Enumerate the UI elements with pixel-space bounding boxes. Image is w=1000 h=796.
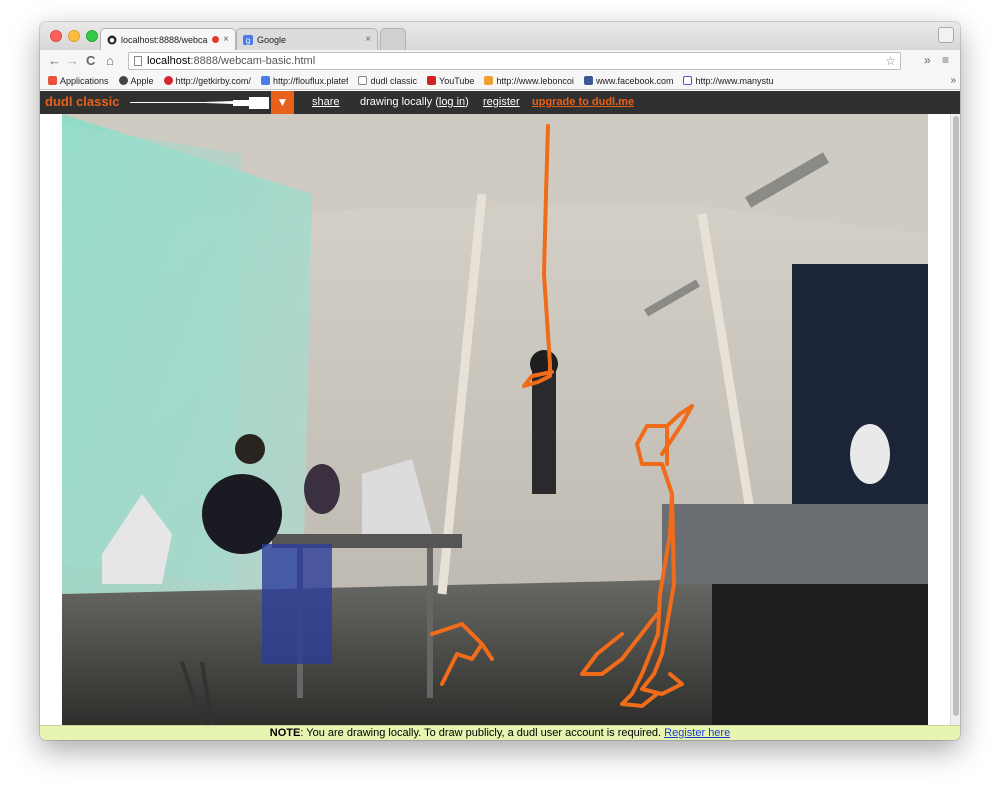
bookmark-apple[interactable]: Apple <box>118 75 154 86</box>
bookmark-youtube[interactable]: YouTube <box>427 76 474 86</box>
close-window-button[interactable] <box>50 30 62 42</box>
dudl-toolbar: dudl classic ▼ share drawing locally (lo… <box>40 91 960 114</box>
bookmark-label: Apple <box>130 75 154 86</box>
bookmark-dudl-classic[interactable]: dudl classic <box>358 76 417 86</box>
profile-icon[interactable] <box>938 27 954 43</box>
extensions-chevron-icon[interactable]: » <box>924 53 931 67</box>
webcam-drawing-canvas[interactable] <box>62 114 928 725</box>
share-link[interactable]: share <box>312 96 340 108</box>
bookmark-label: www.facebook.com <box>595 75 674 86</box>
url-path: :8888/webcam-basic.html <box>190 55 316 67</box>
bookmark-label: http://www.leboncoi <box>496 75 574 86</box>
bookmark-facebook[interactable]: www.facebook.com <box>583 75 674 86</box>
apps-grid-icon <box>48 76 57 85</box>
google-icon <box>260 76 270 85</box>
notice-label: NOTE <box>269 727 301 739</box>
forward-icon[interactable]: → <box>66 53 79 69</box>
upgrade-link[interactable]: upgrade to dudl.me <box>532 96 634 108</box>
leboncoin-icon <box>484 76 494 85</box>
recording-icon <box>212 36 220 43</box>
bookmark-label: dudl classic <box>370 75 418 86</box>
reload-icon[interactable]: C <box>86 53 95 69</box>
dudl-logo[interactable]: dudl classic <box>45 94 119 109</box>
home-icon[interactable]: ⌂ <box>106 53 114 69</box>
drawing-status-text: drawing locally ( <box>360 96 439 108</box>
bookmark-star-icon[interactable]: ☆ <box>885 54 896 68</box>
bookmark-manystu[interactable]: http://www.manystu <box>683 75 774 86</box>
register-link[interactable]: register <box>483 96 520 108</box>
back-icon[interactable]: ← <box>48 53 61 69</box>
svg-text:g: g <box>246 36 250 45</box>
tab-bar: localhost:8888/webcam × g Google × <box>40 22 960 50</box>
page-icon <box>358 76 368 85</box>
github-icon <box>107 35 117 44</box>
close-tab-icon[interactable]: × <box>365 34 371 45</box>
brush-size-preview[interactable] <box>205 96 269 110</box>
brush-size-slider[interactable] <box>130 102 205 103</box>
bookmark-label: http://flouflux.platef <box>272 75 349 86</box>
apple-icon <box>118 76 128 85</box>
tab-title: localhost:8888/webcam <box>121 34 209 45</box>
bookmark-leboncoin[interactable]: http://www.leboncoi <box>484 76 574 86</box>
envelope-icon <box>683 76 693 85</box>
new-tab-button[interactable] <box>380 28 406 50</box>
tab-localhost[interactable]: localhost:8888/webcam × <box>100 28 236 50</box>
bookmarks-bar: Applications Apple http://getkirby.com/ … <box>40 72 960 90</box>
scrollbar-thumb[interactable] <box>953 116 959 716</box>
tab-title: Google <box>257 34 287 45</box>
close-tab-icon[interactable]: × <box>223 34 229 45</box>
facebook-icon <box>583 76 593 85</box>
login-link[interactable]: log in <box>439 96 465 108</box>
notice-text: : You are drawing locally. To draw publi… <box>300 727 665 739</box>
tab-google[interactable]: g Google × <box>236 28 378 50</box>
google-icon: g <box>243 34 253 45</box>
bookmark-flouflux[interactable]: http://flouflux.platef <box>260 75 349 86</box>
browser-toolbar: ← → C ⌂ localhost:8888/webcam-basic.html… <box>40 50 960 72</box>
maximize-window-button[interactable] <box>86 30 98 42</box>
bookmark-getkirby[interactable]: http://getkirby.com/ <box>163 75 251 86</box>
bookmark-applications[interactable]: Applications <box>48 76 109 86</box>
bookmarks-more-icon[interactable]: » <box>950 75 956 86</box>
address-bar[interactable]: localhost:8888/webcam-basic.html ☆ <box>128 52 901 70</box>
bookmark-label: YouTube <box>439 75 475 86</box>
register-here-link[interactable]: Register here <box>664 727 730 739</box>
minimize-window-button[interactable] <box>68 30 80 42</box>
drawing-status-close: ) <box>465 96 469 108</box>
bookmark-label: Applications <box>60 75 109 86</box>
kirby-icon <box>163 76 173 85</box>
url-host: localhost <box>147 55 191 67</box>
drawing-status: drawing locally (log in) <box>360 96 469 108</box>
notice-banner: NOTE: You are drawing locally. To draw p… <box>40 725 960 740</box>
bookmark-label: http://www.manystu <box>695 75 774 86</box>
youtube-icon <box>427 76 437 85</box>
browser-window: localhost:8888/webcam × g Google × ← → C… <box>40 22 960 740</box>
page-scrollbar[interactable] <box>950 114 960 725</box>
color-dropdown-button[interactable]: ▼ <box>271 91 294 114</box>
page-icon <box>134 56 142 66</box>
bookmark-label: http://getkirby.com/ <box>175 75 251 86</box>
menu-icon[interactable]: ≡ <box>942 53 949 67</box>
